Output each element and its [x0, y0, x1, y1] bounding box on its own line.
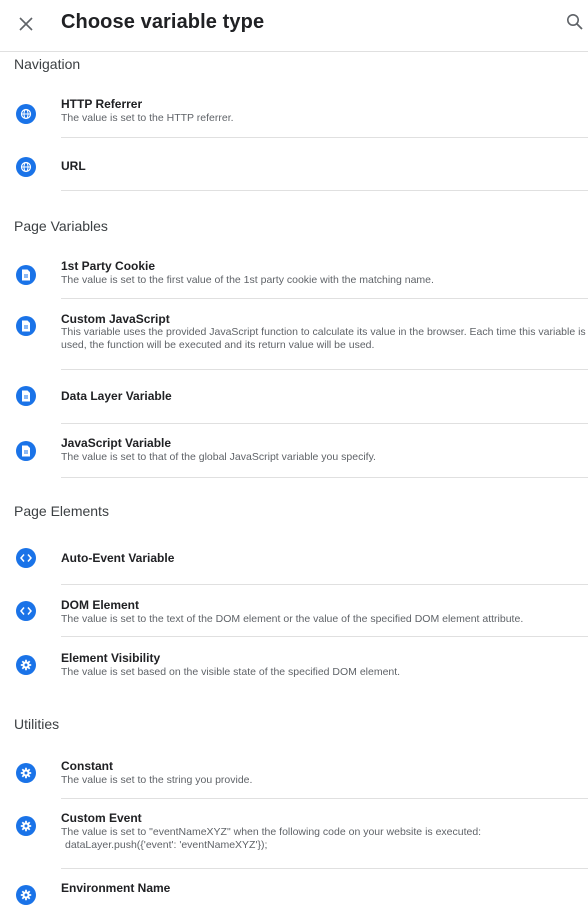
section-title-page-elements: Page Elements [14, 503, 109, 519]
document-icon [16, 441, 36, 461]
gear-icon [16, 655, 36, 675]
search-icon [567, 14, 583, 30]
divider [61, 369, 588, 370]
variable-type-auto-event-variable[interactable]: Auto-Event Variable [0, 546, 588, 574]
variable-type-name: Data Layer Variable [61, 389, 172, 403]
variable-type-constant[interactable]: Constant The value is set to the string … [0, 758, 588, 792]
document-icon [16, 386, 36, 406]
variable-type-name: Custom JavaScript [61, 312, 170, 326]
section-title-navigation: Navigation [14, 56, 81, 72]
variable-type-description: The value is set to "eventNameXYZ" when … [61, 826, 482, 838]
variable-type-description: The value is set to the string you provi… [61, 774, 253, 786]
globe-icon [16, 104, 36, 124]
variable-type-http-referrer[interactable]: HTTP Referrer The value is set to the HT… [0, 96, 588, 136]
code-icon [16, 548, 36, 568]
variable-type-name: Auto-Event Variable [61, 551, 175, 565]
dialog-header: Choose variable type [0, 0, 588, 52]
variable-type-name: 1st Party Cookie [61, 259, 156, 273]
search-button[interactable] [566, 8, 588, 36]
document-icon [16, 316, 36, 336]
variable-type-description: The value is set based on the visible st… [61, 666, 401, 678]
gear-icon [16, 816, 36, 836]
divider [61, 137, 588, 138]
variable-type-name: Element Visibility [61, 651, 161, 665]
variable-type-name: Constant [61, 759, 113, 773]
dialog-title: Choose variable type [61, 11, 265, 33]
variable-type-url[interactable]: URL [0, 150, 588, 188]
variable-type-name: DOM Element [61, 598, 140, 612]
gear-icon [16, 885, 36, 905]
variable-type-1st-party-cookie[interactable]: 1st Party Cookie The value is set to the… [0, 258, 588, 298]
variable-type-name: JavaScript Variable [61, 436, 172, 450]
variable-type-data-layer-variable[interactable]: Data Layer Variable [0, 384, 588, 412]
gear-icon [16, 763, 36, 783]
section-title-page-variables: Page Variables [14, 218, 108, 234]
variable-type-name: Custom Event [61, 811, 142, 825]
close-icon [19, 17, 33, 31]
variable-type-description: The value is set to that of the global J… [61, 451, 376, 463]
divider [61, 477, 588, 478]
code-snippet: dataLayer.push({'event': 'eventNameXYZ'}… [65, 839, 268, 851]
divider [61, 636, 588, 637]
variable-type-environment-name[interactable]: Environment Name [0, 880, 588, 905]
variable-type-description: The value is set to the HTTP referrer. [61, 112, 234, 124]
variable-type-element-visibility[interactable]: Element Visibility The value is set base… [0, 650, 588, 684]
divider [61, 298, 588, 299]
globe-icon [16, 157, 36, 177]
variable-type-custom-event[interactable]: Custom Event The value is set to "eventN… [0, 810, 588, 858]
variable-type-description: The value is set to the text of the DOM … [61, 613, 524, 625]
section-title-utilities: Utilities [14, 716, 60, 732]
variable-type-javascript-variable[interactable]: JavaScript Variable The value is set to … [0, 435, 588, 475]
divider [61, 798, 588, 799]
document-icon [16, 265, 36, 285]
divider [61, 423, 588, 424]
code-icon [16, 601, 36, 621]
divider [61, 190, 588, 191]
variable-type-name: HTTP Referrer [61, 97, 143, 111]
variable-type-description: This variable uses the provided JavaScri… [61, 326, 586, 351]
divider [61, 868, 588, 869]
variable-type-custom-javascript[interactable]: Custom JavaScript This variable uses the… [0, 311, 588, 367]
variable-type-name: Environment Name [61, 881, 171, 895]
variable-type-dom-element[interactable]: DOM Element The value is set to the text… [0, 597, 588, 631]
close-button[interactable] [12, 10, 40, 38]
divider [61, 584, 588, 585]
variable-type-description: The value is set to the first value of t… [61, 274, 434, 286]
variable-type-name: URL [61, 159, 86, 173]
